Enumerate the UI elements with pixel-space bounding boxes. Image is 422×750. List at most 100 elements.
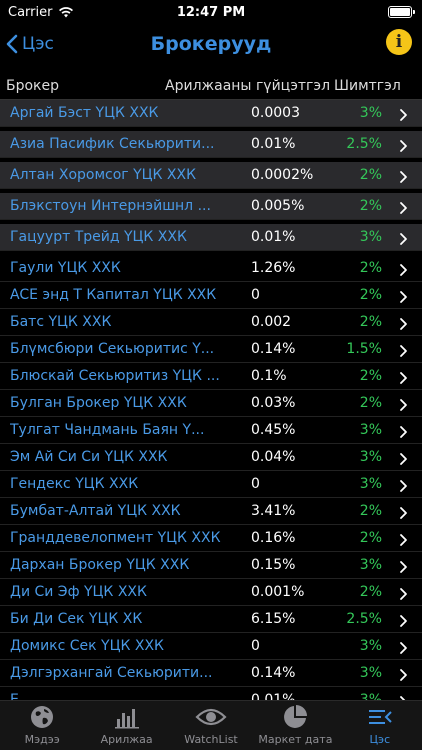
chevron-right-icon: [400, 426, 407, 438]
broker-trading-volume: 6.15%: [251, 611, 296, 627]
row-chevron: [399, 169, 408, 188]
broker-row[interactable]: Азиа Пасифик Секьюрити... 0.01% 2.5%: [0, 131, 422, 158]
row-chevron: [399, 316, 408, 335]
broker-name: Гацуурт Трейд ҮЦК ХХК: [10, 229, 187, 245]
chevron-right-icon: [400, 202, 407, 214]
page-title: Брокерууд: [150, 33, 272, 55]
broker-row[interactable]: Бумбат-Алтай ҮЦК ХХК 3.41% 2%: [0, 498, 422, 525]
broker-row[interactable]: Е... 0.01% 3%: [0, 687, 422, 700]
row-chevron: [399, 107, 408, 126]
broker-row[interactable]: Тулгат Чандмань Баян Ү... 0.45% 3%: [0, 417, 422, 444]
back-button[interactable]: Цэс: [6, 34, 54, 54]
wifi-icon: [59, 7, 74, 18]
broker-fee: 3%: [359, 638, 382, 654]
broker-row[interactable]: Гендекс ҮЦК ХХК 0 3%: [0, 471, 422, 498]
broker-row[interactable]: Аргай Бэст ҮЦК ХХК 0.0003 3%: [0, 100, 422, 127]
broker-name: Батс ҮЦК ХХК: [10, 314, 112, 330]
broker-row[interactable]: Эм Ай Си Си ҮЦК ХХК 0.04% 3%: [0, 444, 422, 471]
back-button-label: Цэс: [22, 34, 54, 54]
broker-row[interactable]: Батс ҮЦК ХХК 0.002 2%: [0, 309, 422, 336]
broker-name: Эм Ай Си Си ҮЦК ХХК: [10, 449, 168, 465]
broker-fee: 3%: [359, 557, 382, 573]
broker-row[interactable]: Дархан Брокер ҮЦК ХХК 0.15% 3%: [0, 552, 422, 579]
chevron-right-icon: [400, 318, 407, 330]
broker-fee: 3%: [359, 665, 382, 681]
broker-fee: 2%: [359, 314, 382, 330]
broker-row[interactable]: Би Ди Сек ҮЦК ХК 6.15% 2.5%: [0, 606, 422, 633]
eye-icon: [195, 708, 227, 726]
row-chevron: [399, 138, 408, 157]
row-chevron: [399, 451, 408, 470]
chevron-right-icon: [400, 140, 407, 152]
chevron-right-icon: [400, 171, 407, 183]
broker-row[interactable]: Гацуурт Трейд ҮЦК ХХК 0.01% 3%: [0, 224, 422, 251]
broker-row[interactable]: Блюскай Секьюритиз ҮЦК ... 0.1% 2%: [0, 363, 422, 390]
row-chevron: [399, 613, 408, 632]
column-header-volume: Арилжааны гүйцэтгэл: [165, 77, 331, 94]
table-header: Брокер Арилжааны гүйцэтгэл Шимтгэл: [0, 72, 422, 100]
broker-name: Блүмсбюри Секьюритис Ү...: [10, 341, 215, 357]
broker-trading-volume: 0.005%: [251, 198, 305, 214]
broker-row[interactable]: Блүмсбюри Секьюритис Ү... 0.14% 1.5%: [0, 336, 422, 363]
tab-watchlist-label: WatchList: [184, 733, 238, 746]
row-chevron: [399, 397, 408, 416]
row-chevron: [399, 586, 408, 605]
broker-trading-volume: 0.16%: [251, 530, 296, 546]
broker-row[interactable]: Гаули ҮЦК ХХК 1.26% 2%: [0, 255, 422, 282]
tab-news[interactable]: Мэдээ: [0, 701, 84, 750]
chevron-right-icon: [400, 453, 407, 465]
broker-name: Дэлгэрхангай Секьюрити...: [10, 665, 213, 681]
broker-name: Би Ди Сек ҮЦК ХК: [10, 611, 143, 627]
tab-market-data[interactable]: Маркет дата: [253, 701, 337, 750]
broker-fee: 2.5%: [346, 136, 382, 152]
broker-row[interactable]: Домикс Сек ҮЦК ХХК 0 3%: [0, 633, 422, 660]
broker-fee: 3%: [359, 105, 382, 121]
broker-list[interactable]: Аргай Бэст ҮЦК ХХК 0.0003 3% Азиа Пасифик С…: [0, 100, 422, 700]
chevron-right-icon: [400, 372, 407, 384]
broker-row[interactable]: Гранддевелопмент ҮЦК ХХК 0.16% 2%: [0, 525, 422, 552]
broker-name: Гаули ҮЦК ХХК: [10, 260, 121, 276]
broker-row[interactable]: Дэлгэрхангай Секьюрити... 0.14% 3%: [0, 660, 422, 687]
broker-row[interactable]: Ди Си Эф ҮЦК ХХК 0.001% 2%: [0, 579, 422, 606]
chevron-right-icon: [400, 399, 407, 411]
chevron-right-icon: [400, 669, 407, 681]
broker-name: Ди Си Эф ҮЦК ХХК: [10, 584, 147, 600]
broker-row[interactable]: Блэкстоун Интернэйшнл ... 0.005% 2%: [0, 193, 422, 220]
broker-name: Гранддевелопмент ҮЦК ХХК: [10, 530, 221, 546]
chevron-right-icon: [400, 345, 407, 357]
broker-trading-volume: 1.26%: [251, 260, 296, 276]
broker-trading-volume: 0.01%: [251, 136, 296, 152]
broker-fee: 2%: [359, 395, 382, 411]
chevron-right-icon: [400, 588, 407, 600]
broker-row[interactable]: Алтан Хоромсог ҮЦК ХХК 0.0002% 2%: [0, 162, 422, 189]
tab-menu[interactable]: Цэс: [338, 701, 422, 750]
broker-fee: 3%: [359, 422, 382, 438]
broker-trading-volume: 0.14%: [251, 341, 296, 357]
tab-watchlist[interactable]: WatchList: [169, 701, 253, 750]
broker-fee: 2%: [359, 287, 382, 303]
broker-fee: 2%: [359, 584, 382, 600]
broker-name: Аргай Бэст ҮЦК ХХК: [10, 105, 159, 121]
broker-name: Булган Брокер ҮЦК ХХК: [10, 395, 187, 411]
bar-chart-icon: [114, 709, 139, 729]
row-chevron: [399, 478, 408, 497]
chevron-right-icon: [400, 233, 407, 245]
chevron-right-icon: [400, 507, 407, 519]
broker-row[interactable]: ACE энд T Капитал ҮЦК ХХК 0 2%: [0, 282, 422, 309]
broker-fee: 3%: [359, 229, 382, 245]
broker-row[interactable]: Булган Брокер ҮЦК ХХК 0.03% 2%: [0, 390, 422, 417]
tab-trading-label: Арилжаа: [100, 733, 153, 746]
row-chevron: [399, 667, 408, 686]
broker-trading-volume: 0.0002%: [251, 167, 314, 183]
chevron-right-icon: [400, 534, 407, 546]
broker-fee: 2%: [359, 530, 382, 546]
broker-trading-volume: 0.1%: [251, 368, 287, 384]
chevron-right-icon: [400, 264, 407, 276]
broker-name: Тулгат Чандмань Баян Ү...: [10, 422, 205, 438]
info-button[interactable]: i: [386, 29, 412, 55]
tab-trading[interactable]: Арилжаа: [84, 701, 168, 750]
menu-icon: [368, 710, 392, 724]
broker-name: Азиа Пасифик Секьюрити...: [10, 136, 215, 152]
broker-name: ACE энд T Капитал ҮЦК ХХК: [10, 287, 217, 303]
pie-chart-icon: [284, 705, 308, 728]
